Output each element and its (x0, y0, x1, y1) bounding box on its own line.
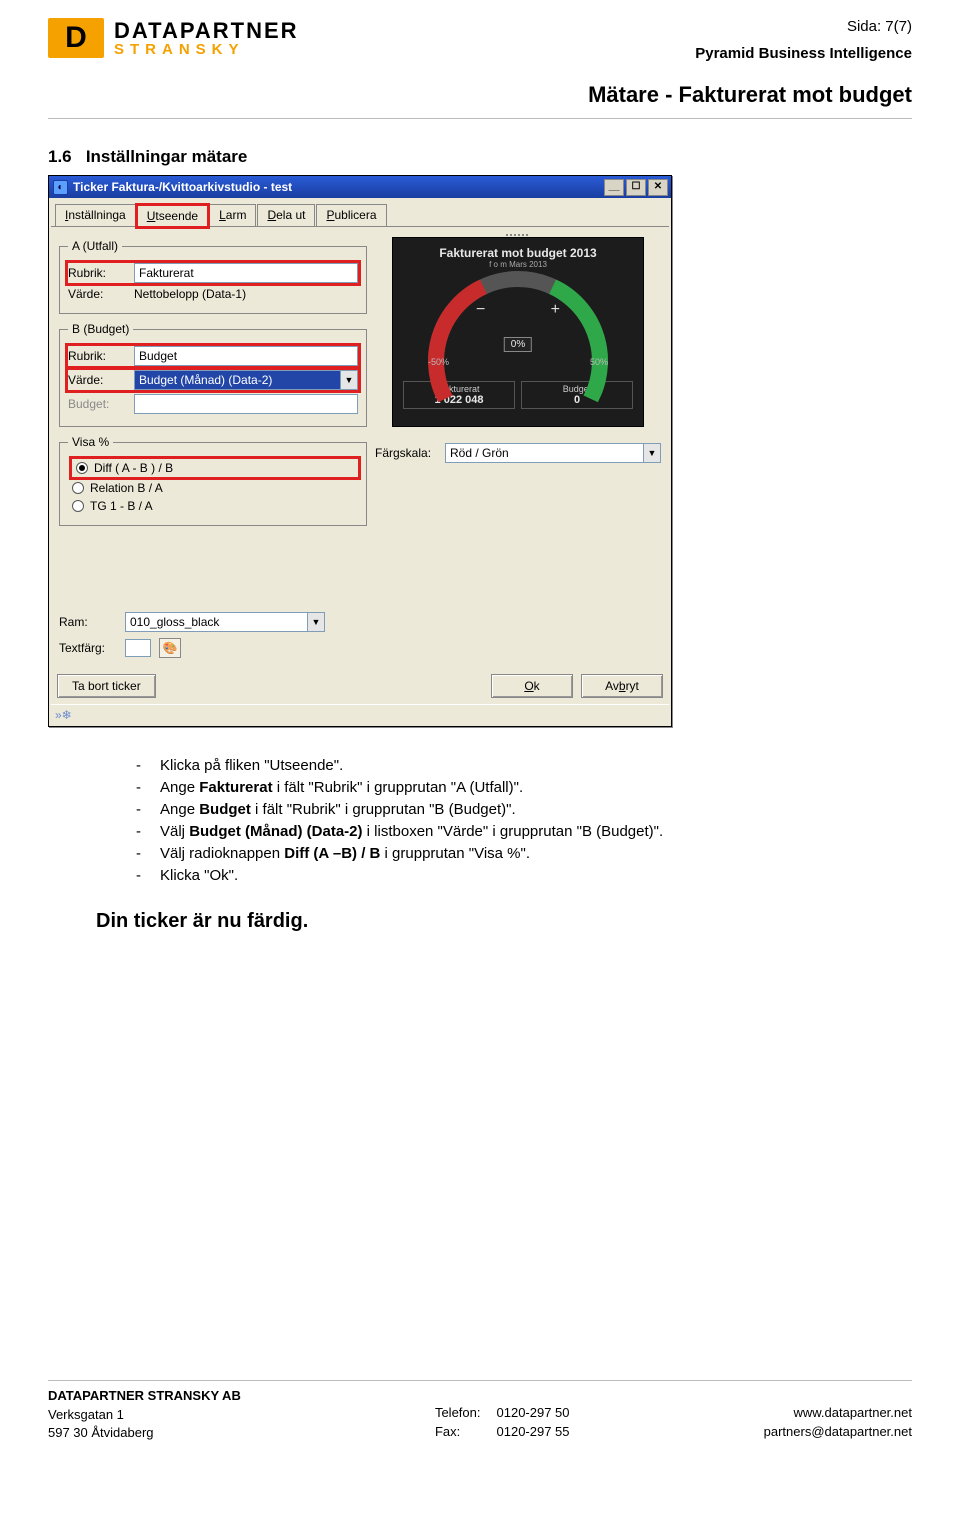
a-rubrik-input[interactable]: Fakturerat (134, 263, 358, 283)
logo: D DATAPARTNER STRANSKY (48, 18, 299, 58)
b-rubrik-label: Rubrik: (68, 349, 126, 363)
ram-select[interactable]: 010_gloss_black (125, 612, 308, 632)
footer-company: DATAPARTNER STRANSKY AB (48, 1387, 241, 1405)
textfarg-label: Textfärg: (59, 641, 117, 655)
footer-tel: 0120-297 50 (497, 1404, 570, 1422)
logo-text-top: DATAPARTNER (114, 20, 299, 42)
group-visa: Visa % Diff ( A - B ) / B Relation B / A… (59, 435, 367, 526)
radio-relation[interactable] (72, 482, 84, 494)
colorscale-select[interactable]: Röd / Grön (445, 443, 644, 463)
footer-addr1: Verksgatan 1 (48, 1406, 241, 1424)
ram-dropdown-icon[interactable]: ▼ (307, 612, 325, 632)
group-b-legend: B (Budget) (68, 322, 133, 336)
instruction-list: -Klicka på fliken "Utseende". -Ange Faktu… (96, 757, 912, 884)
gauge-minus-icon: − (476, 301, 485, 319)
palette-button[interactable]: 🎨 (159, 638, 181, 658)
window-app-icon: ◐ (53, 180, 68, 195)
footer-fax: 0120-297 55 (497, 1423, 570, 1441)
minimize-button[interactable]: __ (604, 179, 624, 196)
gauge-plus-icon: + (551, 301, 560, 319)
tab-delaut[interactable]: Dela ut (257, 204, 315, 226)
group-a-utfall: A (Utfall) Rubrik: Fakturerat Värde: Net… (59, 239, 367, 314)
footer-url: www.datapartner.net (764, 1404, 912, 1422)
radio-diff-label: Diff ( A - B ) / B (94, 461, 173, 475)
instruction-item: -Välj radioknappen Diff (A –B) / B i gru… (136, 845, 912, 862)
footer-email: partners@datapartner.net (764, 1423, 912, 1441)
window-statusbar: »❄ (51, 704, 669, 724)
b-budget-label: Budget: (68, 397, 126, 411)
gauge-subtitle: f o m Mars 2013 (489, 260, 547, 269)
window-title: Ticker Faktura-/Kvittoarkivstudio - test (73, 180, 292, 194)
header-separator (48, 118, 912, 119)
logo-mark: D (48, 18, 104, 58)
b-budget-input[interactable] (134, 394, 358, 414)
page-footer: DATAPARTNER STRANSKY AB Verksgatan 1 597… (48, 1380, 912, 1460)
footer-fax-label: Fax: (435, 1423, 481, 1441)
instruction-item: -Klicka "Ok". (136, 867, 912, 884)
b-varde-select[interactable]: Budget (Månad) (Data-2) (134, 370, 341, 390)
radio-tg[interactable] (72, 500, 84, 512)
b-varde-label: Värde: (68, 373, 126, 387)
footer-tel-label: Telefon: (435, 1404, 481, 1422)
gauge-left-tick: -50% (428, 357, 449, 367)
logo-text-sub: STRANSKY (114, 42, 299, 57)
radio-diff[interactable] (76, 462, 88, 474)
gauge-title: Fakturerat mot budget 2013 (439, 246, 596, 260)
radio-tg-label: TG 1 - B / A (90, 499, 153, 513)
doc-title: Mätare - Fakturerat mot budget (48, 82, 912, 108)
colorscale-label: Färgskala: (375, 446, 437, 460)
instruction-item: -Klicka på fliken "Utseende". (136, 757, 912, 774)
a-varde-label: Värde: (68, 287, 126, 301)
ram-label: Ram: (59, 615, 117, 629)
drag-grip-icon[interactable] (506, 234, 530, 240)
tab-utseende[interactable]: Utseende (137, 205, 208, 227)
a-rubrik-label: Rubrik: (68, 266, 126, 280)
tab-publicera[interactable]: Publicera (316, 204, 386, 226)
gauge-right-tick: 50% (590, 357, 608, 367)
status-refresh-icon[interactable]: »❄ (55, 708, 72, 722)
gauge-preview: Fakturerat mot budget 2013 f o m Mars 20… (392, 237, 644, 427)
instruction-item: -Välj Budget (Månad) (Data-2) i listboxe… (136, 823, 912, 840)
group-b-budget: B (Budget) Rubrik: Budget Värde: Budget … (59, 322, 367, 427)
instruction-item: -Ange Fakturerat i fält "Rubrik" i grupp… (136, 779, 912, 796)
gauge-readout: 0% (504, 337, 532, 352)
b-rubrik-input[interactable]: Budget (134, 346, 358, 366)
radio-relation-label: Relation B / A (90, 481, 163, 495)
header-bi-line: Pyramid Business Intelligence (695, 45, 912, 62)
maximize-button[interactable]: ☐ (626, 179, 646, 196)
remove-ticker-button[interactable]: Ta bort ticker (57, 674, 156, 698)
ticker-window: ◐ Ticker Faktura-/Kvittoarkivstudio - te… (48, 175, 672, 727)
window-titlebar[interactable]: ◐ Ticker Faktura-/Kvittoarkivstudio - te… (49, 176, 671, 198)
group-a-legend: A (Utfall) (68, 239, 122, 253)
instruction-item: -Ange Budget i fält "Rubrik" i gruppruta… (136, 801, 912, 818)
cancel-button[interactable]: Avbryt (581, 674, 663, 698)
footer-addr2: 597 30 Åtvidaberg (48, 1424, 241, 1442)
tab-installningar[interactable]: Inställninga (55, 204, 136, 226)
tabs-row: Inställninga Utseende Larm Dela ut Publi… (51, 200, 669, 227)
close-button[interactable]: ✕ (648, 179, 668, 196)
textcolor-swatch[interactable] (125, 639, 151, 657)
done-line: Din ticker är nu färdig. (96, 910, 912, 933)
section-heading: 1.6 Inställningar mätare (48, 147, 912, 167)
ok-button[interactable]: Ok (491, 674, 573, 698)
b-varde-dropdown-icon[interactable]: ▼ (340, 370, 358, 390)
group-visa-legend: Visa % (68, 435, 113, 449)
a-varde-value: Nettobelopp (Data-1) (134, 287, 246, 301)
tab-larm[interactable]: Larm (209, 204, 256, 226)
page-number: Sida: 7(7) (695, 18, 912, 35)
colorscale-dropdown-icon[interactable]: ▼ (643, 443, 661, 463)
